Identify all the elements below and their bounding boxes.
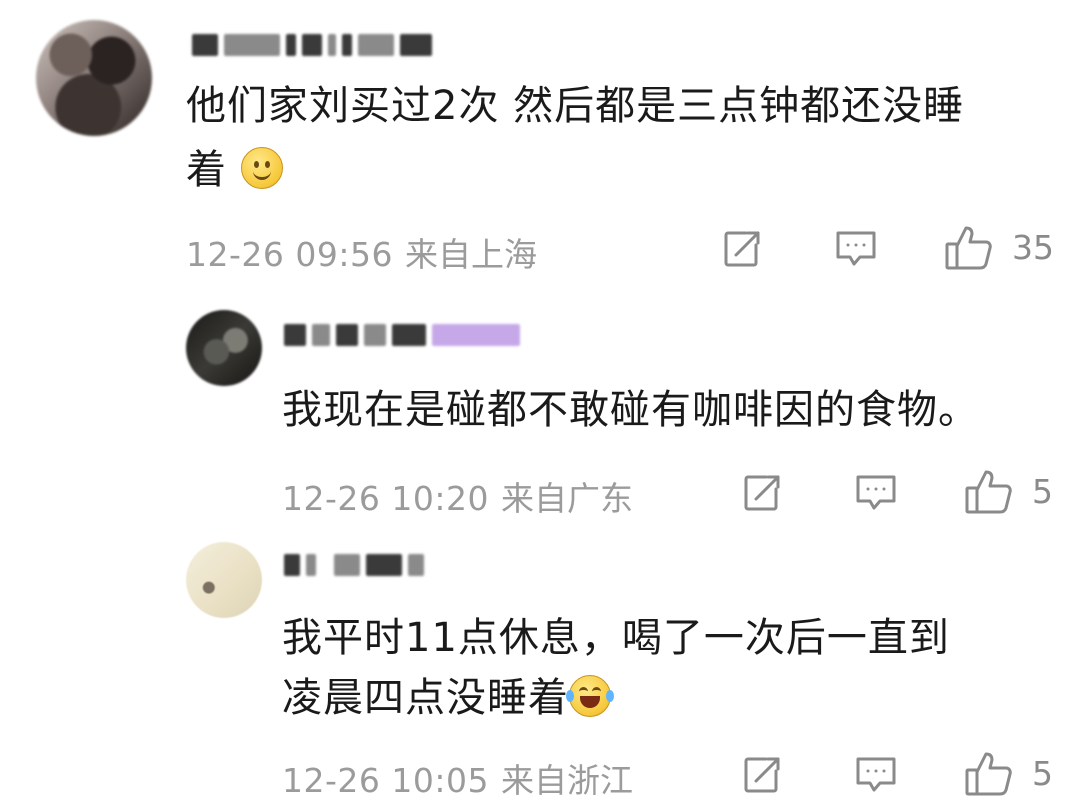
reply-text: 我平时11点休息，喝了一次后一直到	[282, 610, 950, 666]
avatar[interactable]	[186, 542, 262, 618]
comment-icon[interactable]	[854, 473, 898, 513]
username-blurred[interactable]	[284, 552, 424, 578]
comment-icon[interactable]	[854, 755, 898, 795]
reply-text-line: 我平时11点休息，喝了一次后一直到	[282, 615, 950, 661]
share-icon[interactable]	[740, 471, 784, 515]
comment-text: 着	[186, 142, 283, 198]
reply-time: 12-26 10:20	[282, 479, 489, 518]
reply-meta: 12-26 10:05 来自浙江	[282, 754, 633, 802]
share-icon[interactable]	[720, 227, 764, 271]
avatar[interactable]	[36, 20, 152, 136]
reply-time: 12-26 10:05	[282, 761, 489, 800]
reply-meta: 12-26 10:20 来自广东	[282, 472, 633, 520]
thumbs-up-icon[interactable]	[964, 750, 1014, 798]
username-blurred[interactable]	[284, 322, 520, 348]
reply-location: 来自浙江	[500, 761, 633, 800]
reply-location: 来自广东	[500, 479, 633, 518]
avatar[interactable]	[186, 310, 262, 386]
comment-text-line: 他们家刘买过2次 然后都是三点钟都还没睡	[186, 83, 965, 129]
username-blurred[interactable]	[192, 32, 432, 58]
reply-text-line: 凌晨四点没睡着	[282, 675, 569, 721]
reply-text: 凌晨四点没睡着	[282, 670, 614, 726]
comment-time: 12-26 09:56	[186, 235, 393, 274]
thumbs-up-icon[interactable]	[964, 468, 1014, 516]
thumbs-up-icon[interactable]	[944, 224, 994, 272]
laugh-cry-emoji-icon	[566, 675, 614, 717]
comment-text: 他们家刘买过2次 然后都是三点钟都还没睡	[186, 78, 964, 134]
reply-text: 我现在是碰都不敢碰有咖啡因的食物。	[282, 382, 979, 438]
comment-location: 来自上海	[404, 235, 537, 274]
share-icon[interactable]	[740, 753, 784, 797]
comment-text-line: 着	[186, 147, 227, 193]
comment-meta: 12-26 09:56 来自上海	[186, 228, 537, 276]
like-count: 5	[1032, 472, 1053, 511]
reply-text-line: 我现在是碰都不敢碰有咖啡因的食物。	[282, 387, 979, 433]
comment-icon[interactable]	[834, 229, 878, 269]
like-count: 5	[1032, 754, 1053, 793]
like-count: 35	[1012, 228, 1054, 267]
smile-emoji-icon	[240, 147, 283, 189]
